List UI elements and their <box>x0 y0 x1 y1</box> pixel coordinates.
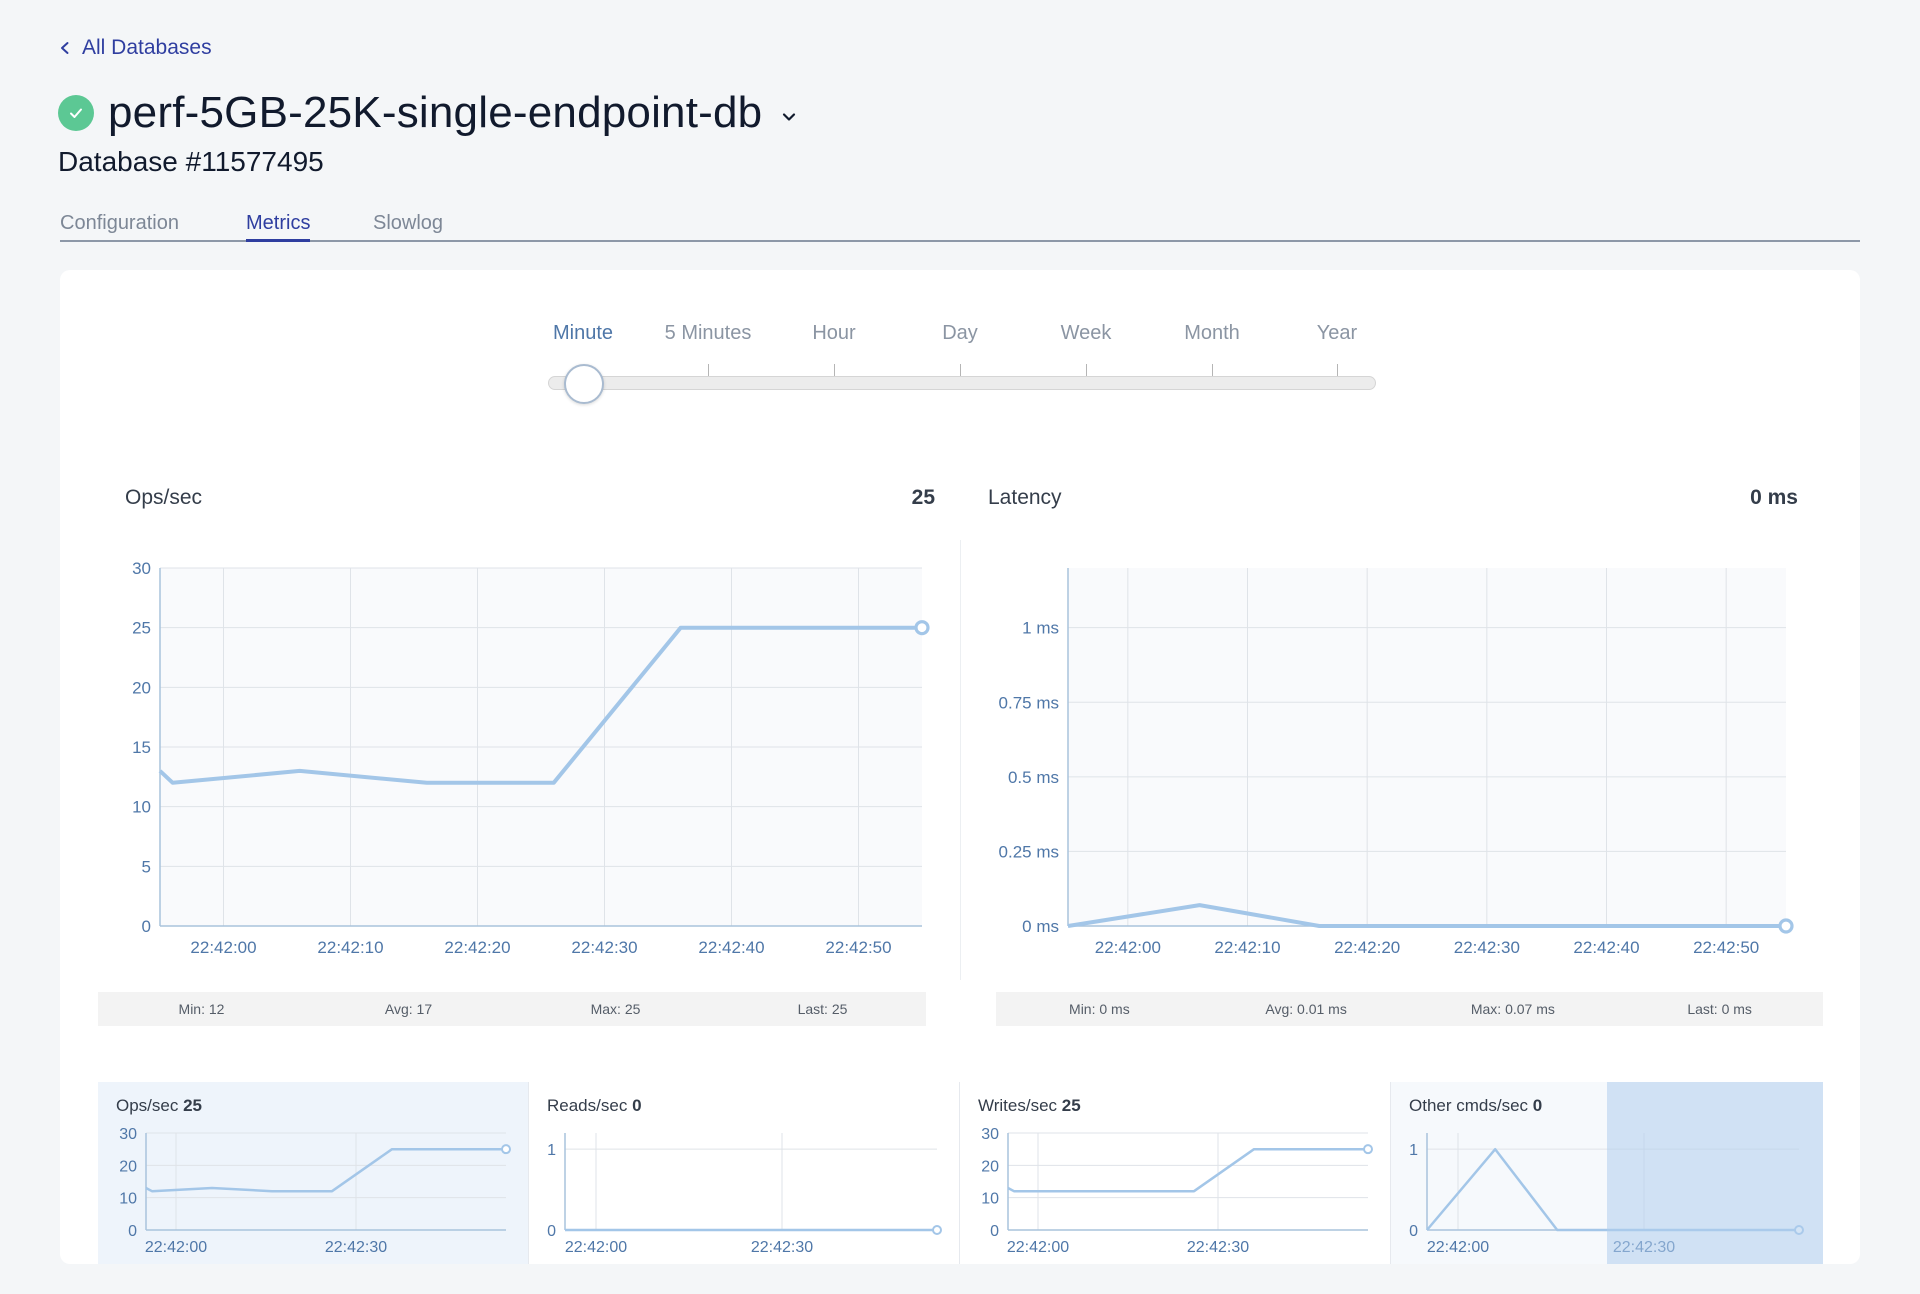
latency-stat-min: Min: 0 ms <box>1069 1001 1130 1017</box>
y-tick-label: 20 <box>981 1158 999 1175</box>
last-point-marker <box>501 1144 511 1155</box>
series-line <box>1007 1147 1368 1193</box>
mini-chart-title: Other cmds/sec 0 <box>1409 1096 1543 1115</box>
y-tick-label: 0 <box>1409 1223 1418 1240</box>
y-tick-label: 25 <box>132 619 151 638</box>
x-tick-label: 22:42:00 <box>565 1239 627 1256</box>
last-point-marker <box>1794 1225 1804 1235</box>
y-tick-label: 10 <box>132 798 151 817</box>
last-point-marker <box>932 1225 942 1235</box>
x-tick-label: 22:42:00 <box>1095 938 1161 957</box>
y-tick-label: 5 <box>142 857 151 876</box>
y-tick-label: 20 <box>132 678 151 697</box>
x-tick-label: 22:42:30 <box>1187 1239 1249 1256</box>
y-tick-label: 0 ms <box>1022 917 1059 936</box>
x-tick-label: 22:42:30 <box>1613 1239 1675 1256</box>
ops-stat-min: Min: 12 <box>178 1001 225 1017</box>
y-tick-label: 1 <box>547 1142 556 1159</box>
x-tick-label: 22:42:00 <box>1007 1239 1069 1256</box>
x-tick-label: 22:42:30 <box>751 1239 813 1256</box>
x-tick-label: 22:42:20 <box>444 938 510 957</box>
y-tick-label: 20 <box>119 1158 137 1175</box>
y-tick-label: 30 <box>132 559 151 578</box>
last-point-marker <box>914 620 930 636</box>
mini-chart-ops[interactable]: 0 10 20 30 22:42:00 22:42:30 Ops/sec 25 <box>98 1082 529 1264</box>
ops-stat-last: Last: 25 <box>797 1001 848 1017</box>
x-tick-label: 22:42:10 <box>1214 938 1280 957</box>
y-tick-label: 0.5 ms <box>1008 768 1059 787</box>
ops-stat-avg: Avg: 17 <box>384 1001 433 1017</box>
last-point-marker <box>1778 918 1794 934</box>
mini-chart-title: Reads/sec 0 <box>547 1096 642 1115</box>
y-tick-label: 0 <box>547 1223 556 1240</box>
x-tick-label: 22:42:50 <box>825 938 891 957</box>
y-tick-label: 0 <box>990 1223 999 1240</box>
latency-stat-last: Last: 0 ms <box>1687 1001 1752 1017</box>
x-tick-label: 22:42:40 <box>1573 938 1639 957</box>
x-tick-label: 22:42:20 <box>1334 938 1400 957</box>
series-line <box>145 1147 506 1193</box>
y-tick-label: 30 <box>119 1126 137 1143</box>
x-tick-label: 22:42:40 <box>698 938 764 957</box>
y-tick-label: 30 <box>981 1126 999 1143</box>
mini-chart-writes[interactable]: 0 10 20 30 22:42:00 22:42:30 Writes/sec 25 <box>960 1082 1391 1264</box>
ops-stat-max: Max: 25 <box>590 1001 641 1017</box>
x-tick-label: 22:42:30 <box>1454 938 1520 957</box>
y-tick-label: 0 <box>128 1223 137 1240</box>
y-tick-label: 10 <box>981 1191 999 1208</box>
y-tick-label: 1 <box>1409 1142 1418 1159</box>
latency-stat-avg: Avg: 0.01 ms <box>1265 1001 1347 1017</box>
plot-background <box>1068 568 1786 926</box>
last-point-marker <box>1363 1144 1373 1155</box>
ops-stats-bar: Min: 12 Avg: 17 Max: 25 Last: 25 <box>98 992 926 1026</box>
x-tick-label: 22:42:30 <box>571 938 637 957</box>
latency-stat-max: Max: 0.07 ms <box>1470 1001 1555 1017</box>
mini-chart-reads[interactable]: 0 1 22:42:00 22:42:30 Reads/sec 0 <box>529 1082 960 1264</box>
x-tick-label: 22:42:10 <box>317 938 383 957</box>
y-tick-label: 15 <box>132 738 151 757</box>
series-line <box>1426 1147 1799 1232</box>
mini-chart-other-cmds[interactable]: 0 1 22:42:00 22:42:30 Other cmds/sec 0 <box>1391 1082 1823 1264</box>
y-tick-label: 0.25 ms <box>999 842 1059 861</box>
x-tick-label: 22:42:00 <box>1427 1239 1489 1256</box>
y-tick-label: 0.75 ms <box>999 693 1059 712</box>
y-tick-label: 10 <box>119 1191 137 1208</box>
x-tick-label: 22:42:00 <box>190 938 256 957</box>
metrics-charts: 0 5 10 15 20 25 30 22:42:00 22:42:10 22:42:20 22:4… <box>132 559 1794 957</box>
y-tick-label: 0 <box>142 917 151 936</box>
latency-stats-bar: Min: 0 ms Avg: 0.01 ms Max: 0.07 ms Last… <box>996 992 1823 1026</box>
mini-chart-title: Ops/sec 25 <box>116 1096 203 1115</box>
x-tick-label: 22:42:50 <box>1693 938 1759 957</box>
x-tick-label: 22:42:30 <box>325 1239 387 1256</box>
mini-chart-title: Writes/sec 25 <box>978 1096 1081 1115</box>
y-tick-label: 1 ms <box>1022 619 1059 638</box>
x-tick-label: 22:42:00 <box>145 1239 207 1256</box>
